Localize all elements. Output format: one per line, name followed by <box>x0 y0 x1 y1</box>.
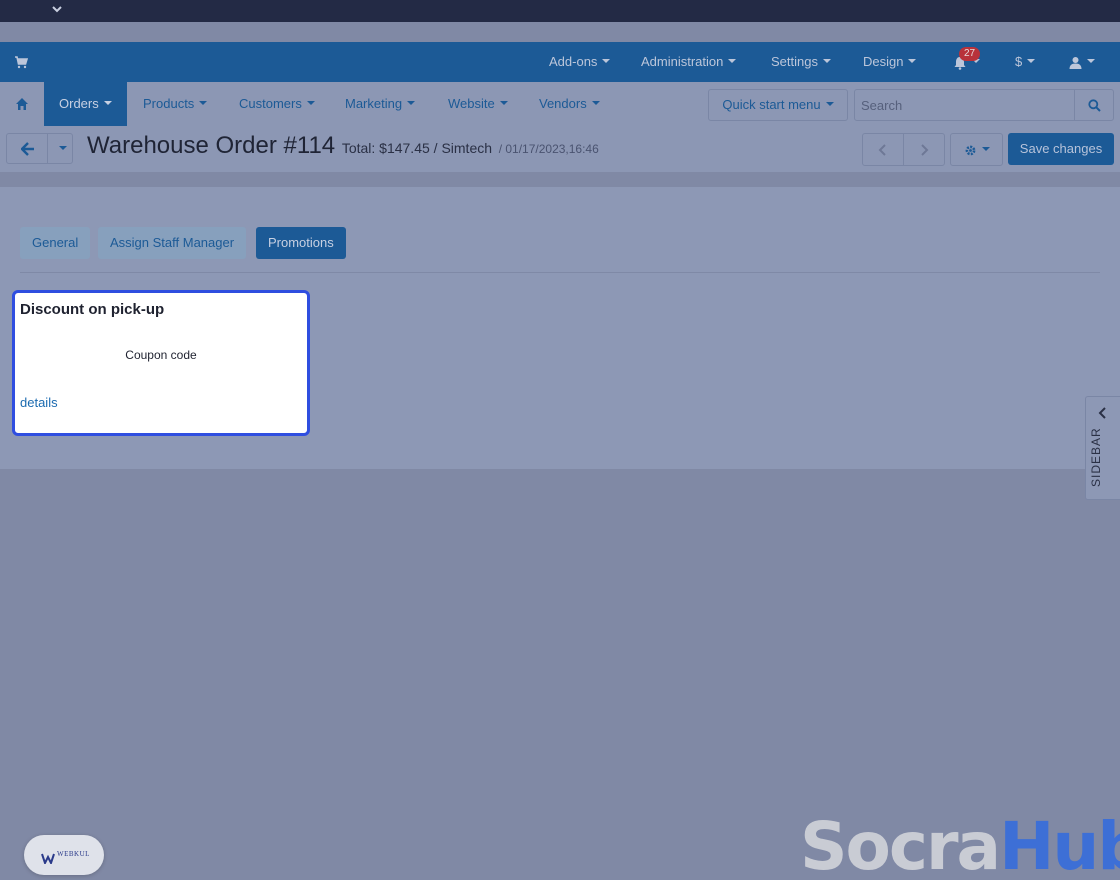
next-order-button[interactable] <box>903 133 945 166</box>
chevron-left-icon <box>1096 405 1110 419</box>
settings-dropdown-button[interactable] <box>950 133 1003 166</box>
promotion-card: Discount on pick-up Coupon code details <box>12 290 310 436</box>
watermark-part1: Socra <box>800 808 1001 880</box>
tab-promotions[interactable]: Promotions <box>256 227 346 259</box>
currency-menu[interactable]: $ <box>1015 42 1036 82</box>
previous-order-button[interactable] <box>862 133 904 166</box>
promotion-details-link[interactable]: details <box>20 395 58 410</box>
sidebar-label: SIDEBAR <box>1089 427 1103 487</box>
cart-icon[interactable] <box>14 55 29 69</box>
search-input[interactable] <box>854 89 1075 121</box>
webkul-badge[interactable]: WEBKUL <box>24 835 104 875</box>
coupon-code-label: Coupon code <box>125 348 197 362</box>
nav-marketing[interactable]: Marketing <box>345 82 416 126</box>
back-dropdown-button[interactable] <box>47 133 73 164</box>
chevron-right-icon <box>921 144 929 156</box>
order-date: / 01/17/2023,16:46 <box>498 142 599 156</box>
watermark-part2: Hub <box>999 808 1120 880</box>
chevron-left-icon <box>878 144 886 156</box>
menu-administration[interactable]: Administration <box>641 42 737 82</box>
home-icon <box>16 98 28 110</box>
tab-general[interactable]: General <box>20 227 91 259</box>
back-button[interactable] <box>6 133 48 164</box>
menu-settings[interactable]: Settings <box>771 42 831 82</box>
order-total: Total: $147.45 / Simtech <box>341 140 493 156</box>
save-changes-button[interactable]: Save changes <box>1008 133 1114 165</box>
nav-orders[interactable]: Orders <box>44 82 127 126</box>
home-button[interactable] <box>0 82 44 126</box>
top-strip <box>0 0 1120 22</box>
admin-topbar: Add-ons Administration Settings Design $ <box>0 42 1120 82</box>
search-button[interactable] <box>1074 89 1114 121</box>
page-title: Warehouse Order #114 Total: $147.45 / Si… <box>87 132 599 162</box>
order-title: Warehouse Order #114 <box>87 132 336 159</box>
user-menu[interactable] <box>1069 42 1095 82</box>
tab-divider <box>20 272 1100 273</box>
sidebar-toggle[interactable]: SIDEBAR <box>1085 396 1120 500</box>
caret-down-icon <box>58 145 67 150</box>
user-icon <box>1069 57 1082 70</box>
tab-assign-staff-manager[interactable]: Assign Staff Manager <box>98 227 247 259</box>
nav-vendors[interactable]: Vendors <box>539 82 600 126</box>
webkul-logo-text: WEBKUL <box>57 850 90 858</box>
socrahub-watermark: SocraHub <box>800 808 1120 880</box>
gear-icon <box>965 145 975 156</box>
chevron-down-icon[interactable] <box>49 3 65 19</box>
promotion-title: Discount on pick-up <box>20 301 165 318</box>
nav-products[interactable]: Products <box>143 82 208 126</box>
menu-addons[interactable]: Add-ons <box>549 42 611 82</box>
arrow-left-icon <box>21 142 34 156</box>
nav-customers[interactable]: Customers <box>239 82 315 126</box>
nav-website[interactable]: Website <box>448 82 508 126</box>
quick-start-menu-button[interactable]: Quick start menu <box>708 89 848 121</box>
notification-badge: 27 <box>959 47 980 61</box>
search-icon <box>1088 99 1101 112</box>
menu-design[interactable]: Design <box>863 42 917 82</box>
webkul-logo-icon <box>41 849 55 866</box>
